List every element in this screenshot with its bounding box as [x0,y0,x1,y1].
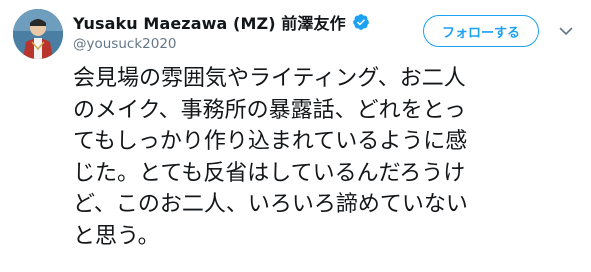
display-name[interactable]: Yusaku Maezawa (MZ) 前澤友作 [73,10,346,34]
tweet-text-line: ど、このお二人、いろいろ諦めていない [73,192,468,217]
tweet-text: 会見場の雰囲気やライティング、お二人 のメイク、事務所の暴露話、どれをとっ ても… [73,63,578,252]
follow-button[interactable]: フォローする [423,15,539,47]
tweet-text-line: 会見場の雰囲気やライティング、お二人 [73,66,466,91]
author-handle[interactable]: @yousuck2020 [73,36,177,52]
tweet-card: Yusaku Maezawa (MZ) 前澤友作 @yousuck2020 フォ… [0,0,591,272]
author-name-row[interactable]: Yusaku Maezawa (MZ) 前澤友作 [73,10,370,34]
chevron-down-icon[interactable] [557,23,575,39]
tweet-text-line: と思う。 [73,223,160,249]
verified-badge-icon [352,13,370,31]
avatar[interactable] [13,9,63,59]
tweet-text-line: のメイク、事務所の暴露話、どれをとっ [73,97,466,123]
tweet-text-line: じた。とても反省はしているんだろうけ [73,160,466,186]
tweet-text-line: てもしっかり作り込まれているように感 [73,129,468,154]
